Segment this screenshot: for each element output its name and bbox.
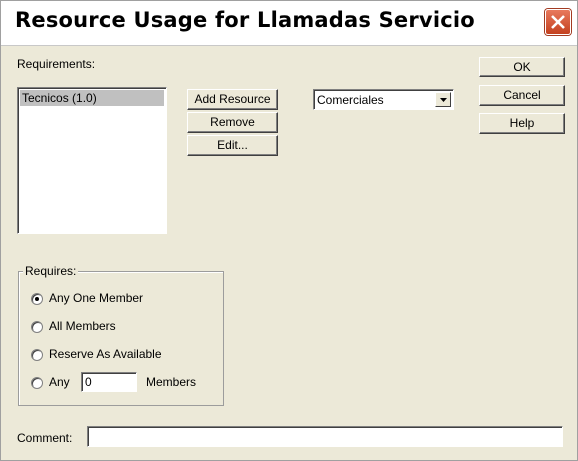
remove-button[interactable]: Remove <box>187 112 278 133</box>
radio-selected-dot <box>35 297 39 301</box>
resource-combobox-value: Comerciales <box>317 93 384 107</box>
ok-button[interactable]: OK <box>479 57 565 77</box>
any-one-member-label[interactable]: Any One Member <box>49 291 143 305</box>
members-suffix-label: Members <box>146 375 197 389</box>
requirements-label: Requirements: <box>17 57 96 71</box>
any-count-label[interactable]: Any <box>49 375 70 389</box>
member-count-input[interactable]: 0 <box>81 372 137 392</box>
cancel-button[interactable]: Cancel <box>479 85 565 106</box>
close-icon <box>551 15 565 29</box>
requires-label: Requires: <box>23 264 79 278</box>
requirements-listbox[interactable]: Tecnicos (1.0) <box>17 87 167 234</box>
member-count-value: 0 <box>85 375 92 389</box>
reserve-as-available-radio[interactable] <box>31 349 43 361</box>
requirements-list-item[interactable]: Tecnicos (1.0) <box>20 90 164 106</box>
edit-button[interactable]: Edit... <box>187 135 278 156</box>
add-resource-button[interactable]: Add Resource <box>187 89 278 110</box>
reserve-as-available-label[interactable]: Reserve As Available <box>49 347 162 361</box>
comment-field[interactable] <box>87 426 563 447</box>
help-button[interactable]: Help <box>479 113 565 134</box>
close-button[interactable] <box>545 9 571 35</box>
all-members-label[interactable]: All Members <box>49 319 116 333</box>
combobox-dropdown-button[interactable] <box>435 92 451 107</box>
window-title: Resource Usage for Llamadas Servicio <box>15 8 475 32</box>
title-bar: Resource Usage for Llamadas Servicio <box>1 1 577 46</box>
chevron-down-icon <box>440 98 447 102</box>
any-one-member-radio[interactable] <box>31 293 43 305</box>
all-members-radio[interactable] <box>31 321 43 333</box>
resource-usage-dialog: Resource Usage for Llamadas Servicio Req… <box>0 0 578 461</box>
comment-label: Comment: <box>17 431 73 445</box>
resource-combobox[interactable]: Comerciales <box>313 89 454 110</box>
any-count-radio[interactable] <box>31 377 43 389</box>
